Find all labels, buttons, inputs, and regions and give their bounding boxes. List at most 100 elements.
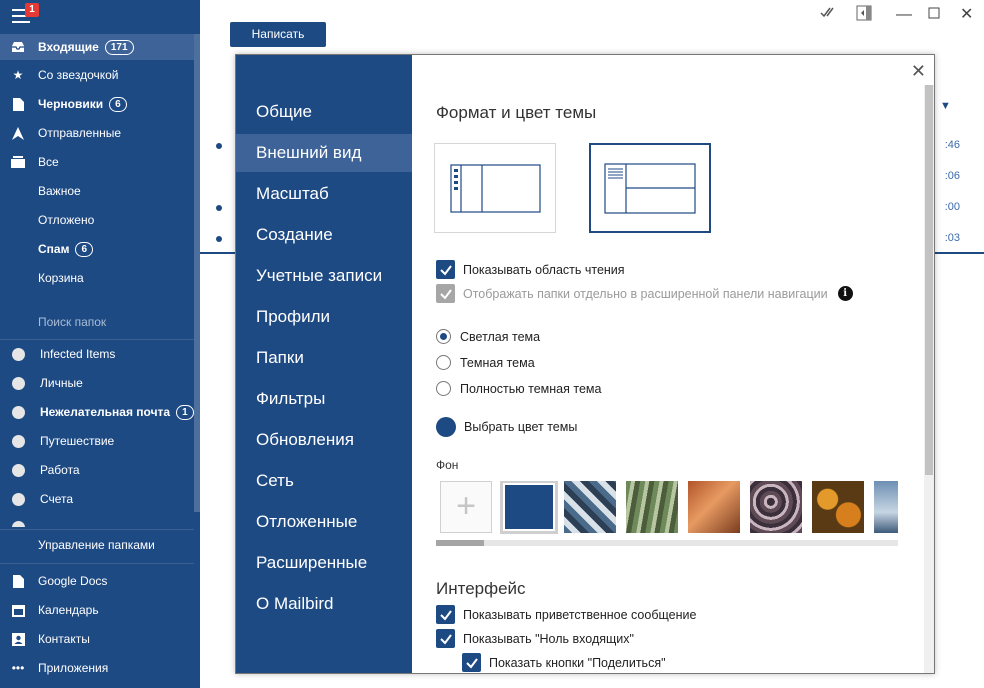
close-icon[interactable]: ✕: [960, 5, 973, 25]
scrollbar-thumb[interactable]: [925, 85, 933, 475]
show-share-buttons-checkbox[interactable]: Показать кнопки "Поделиться": [462, 653, 666, 672]
radio-label: Светлая тема: [460, 329, 541, 344]
background-leaves-option[interactable]: [750, 481, 802, 533]
apps-icon: •••: [11, 661, 25, 675]
mark-read-icon[interactable]: [820, 5, 838, 25]
background-bridge-option[interactable]: [874, 481, 898, 533]
folder-item[interactable]: Нежелательная почта 1: [0, 399, 194, 425]
app-item-google-docs[interactable]: Google Docs: [0, 568, 194, 594]
settings-sidebar: Общие Внешний вид Масштаб Создание Учетн…: [236, 55, 412, 673]
compose-button[interactable]: Написать: [230, 22, 326, 47]
background-pixel-art-option[interactable]: [564, 481, 616, 533]
manage-folders-button[interactable]: Управление папками: [0, 532, 194, 558]
settings-tab-appearance[interactable]: Внешний вид: [236, 134, 412, 172]
folder-item[interactable]: Личные: [0, 370, 194, 396]
folder-item[interactable]: Счета: [0, 486, 194, 512]
left-navigation: 1 Входящие 171 ★ Со звездочкой Черновики…: [0, 0, 200, 688]
theme-full-dark-radio[interactable]: Полностью темная тема: [436, 381, 601, 396]
folder-color-dot: [12, 376, 25, 390]
minimize-icon[interactable]: —: [896, 5, 912, 25]
mailbird-window: 1 Входящие 171 ★ Со звездочкой Черновики…: [0, 0, 984, 688]
background-forest-option[interactable]: [626, 481, 678, 533]
folder-count-badge: 1: [176, 404, 194, 420]
show-folders-separately-checkbox[interactable]: Отображать папки отдельно в расширенной …: [436, 284, 853, 303]
nav-item-inbox[interactable]: Входящие 171: [0, 34, 194, 60]
settings-tab-profiles[interactable]: Профили: [236, 298, 412, 336]
nav-item-label: Отправленные: [38, 126, 122, 140]
nav-item-sent[interactable]: Отправленные: [0, 120, 194, 146]
folder-item[interactable]: Infected Items: [0, 341, 194, 367]
maximize-icon[interactable]: [928, 5, 940, 25]
show-reading-pane-checkbox[interactable]: Показывать область чтения: [436, 260, 625, 279]
checkbox-checked-icon: [436, 284, 455, 303]
app-item-label: Google Docs: [38, 574, 108, 588]
background-solid-option[interactable]: [500, 481, 558, 534]
divider: [0, 529, 194, 530]
solid-color-fill: [505, 485, 553, 529]
settings-dialog: Общие Внешний вид Масштаб Создание Учетн…: [235, 54, 935, 674]
nav-item-important[interactable]: Важное: [0, 178, 194, 204]
settings-tab-general[interactable]: Общие: [236, 93, 412, 131]
nav-item-trash[interactable]: Корзина: [0, 265, 194, 291]
folder-label: Счета: [40, 492, 74, 506]
folder-item[interactable]: Работа: [0, 457, 194, 483]
theme-color-swatch: [436, 417, 456, 437]
folder-color-dot: [12, 405, 25, 419]
theme-dark-radio[interactable]: Темная тема: [436, 355, 535, 370]
background-autumn-option[interactable]: [688, 481, 740, 533]
background-picker: +: [440, 481, 898, 535]
show-inbox-zero-checkbox[interactable]: Показывать "Ноль входящих": [436, 629, 634, 648]
choose-theme-color-button[interactable]: Выбрать цвет темы: [436, 417, 577, 437]
folder-color-dot: [12, 463, 25, 477]
chevron-down-icon[interactable]: ▼: [940, 100, 951, 112]
show-welcome-checkbox[interactable]: Показывать приветственное сообщение: [436, 605, 696, 624]
settings-tab-advanced[interactable]: Расширенные: [236, 544, 412, 582]
nav-item-starred[interactable]: ★ Со звездочкой: [0, 62, 194, 88]
message-time: :46: [944, 139, 960, 151]
folder-label: Личные: [40, 376, 83, 390]
folder-search-input[interactable]: Поиск папок: [38, 315, 106, 329]
nav-item-label: Все: [38, 155, 59, 169]
sent-icon: [9, 124, 27, 142]
checkbox-checked-icon: [462, 653, 481, 672]
settings-tab-updates[interactable]: Обновления: [236, 421, 412, 459]
background-scrollbar[interactable]: [436, 540, 898, 546]
settings-scrollbar[interactable]: [924, 85, 934, 673]
settings-tab-compose[interactable]: Создание: [236, 216, 412, 254]
folder-color-dot: [12, 521, 25, 527]
folder-item-partial[interactable]: [0, 515, 194, 527]
settings-tab-snoozed[interactable]: Отложенные: [236, 503, 412, 541]
info-icon[interactable]: i: [837, 286, 853, 301]
folder-color-dot: [12, 347, 25, 361]
settings-tab-folders[interactable]: Папки: [236, 339, 412, 377]
app-item-calendar[interactable]: Календарь: [0, 597, 194, 623]
settings-content: ✕ Формат и цвет темы Показывать область …: [412, 55, 934, 673]
checkbox-label: Показывать приветственное сообщение: [463, 607, 697, 622]
scrollbar-thumb[interactable]: [436, 540, 484, 546]
theme-light-radio[interactable]: Светлая тема: [436, 329, 540, 344]
folder-item[interactable]: Путешествие: [0, 428, 194, 454]
settings-tab-accounts[interactable]: Учетные записи: [236, 257, 412, 295]
app-item-apps[interactable]: ••• Приложения: [0, 655, 194, 681]
close-icon[interactable]: ✕: [911, 61, 926, 82]
layout-three-column-option[interactable]: [434, 143, 556, 233]
settings-tab-about[interactable]: О Mailbird: [236, 585, 412, 623]
checkbox-label: Показывать область чтения: [463, 262, 625, 277]
nav-item-spam[interactable]: Спам 6: [0, 236, 194, 262]
folder-color-dot: [12, 492, 25, 506]
layout-three-column-icon: [450, 164, 541, 213]
settings-tab-scale[interactable]: Масштаб: [236, 175, 412, 213]
checkbox-checked-icon: [436, 605, 455, 624]
layout-split-horizontal-option[interactable]: [589, 143, 711, 233]
nav-item-all[interactable]: Все: [0, 149, 194, 175]
settings-tab-filters[interactable]: Фильтры: [236, 380, 412, 418]
folder-label: Нежелательная почта: [40, 405, 171, 419]
background-pumpkins-option[interactable]: [812, 481, 864, 533]
nav-item-drafts[interactable]: Черновики 6: [0, 91, 194, 117]
app-item-contacts[interactable]: Контакты: [0, 626, 194, 652]
divider: [0, 339, 194, 340]
add-background-button[interactable]: +: [440, 481, 492, 533]
nav-item-snoozed[interactable]: Отложено: [0, 207, 194, 233]
settings-tab-network[interactable]: Сеть: [236, 462, 412, 500]
collapse-panel-icon[interactable]: [856, 5, 872, 27]
